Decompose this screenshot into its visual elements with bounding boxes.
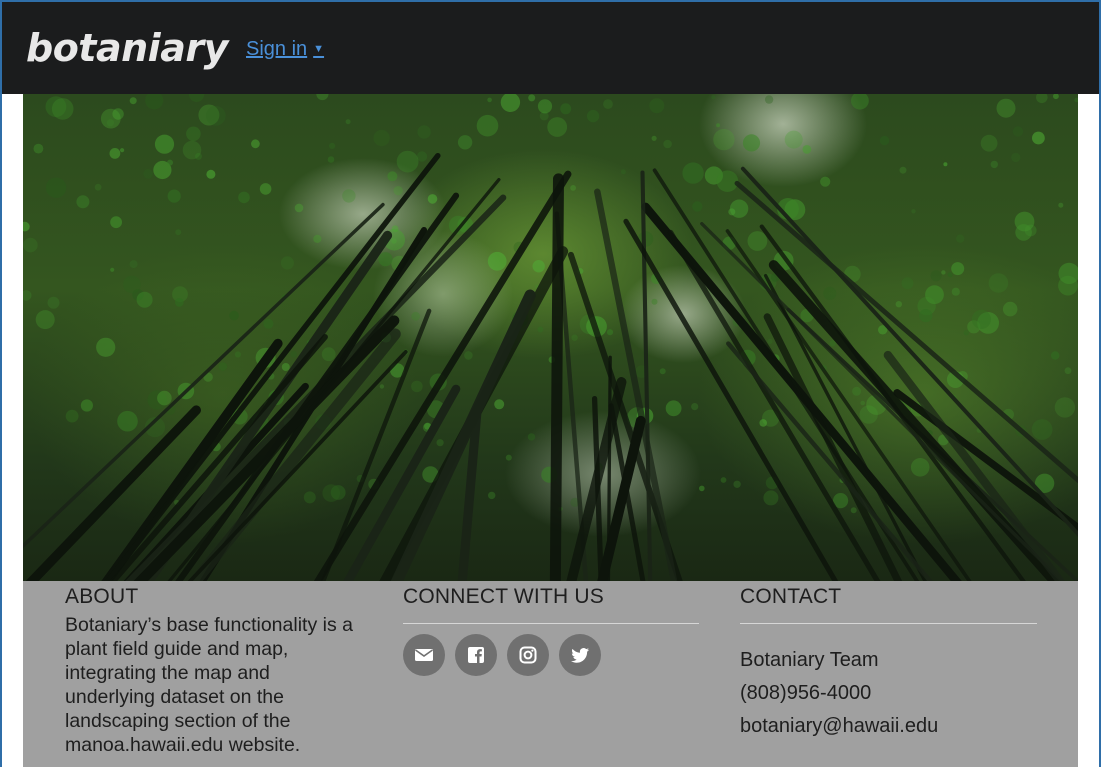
envelope-icon xyxy=(415,649,433,661)
facebook-icon xyxy=(468,647,484,663)
about-heading: ABOUT xyxy=(65,585,139,608)
instagram-button[interactable] xyxy=(507,634,549,676)
divider xyxy=(740,623,1037,624)
signin-dropdown[interactable]: Sign in ▼ xyxy=(246,38,324,61)
bamboo-forest-photo xyxy=(23,94,1078,581)
contact-column: CONTACT Botaniary Team (808)956-4000 bot… xyxy=(740,585,1037,743)
hero-image xyxy=(23,94,1078,581)
signin-label: Sign in xyxy=(246,38,308,60)
top-navbar: botaniary Sign in ▼ xyxy=(2,2,1099,94)
about-text: Botaniary’s base functionality is a plan… xyxy=(65,614,353,756)
brand-logo[interactable]: botaniary xyxy=(26,26,228,70)
email-button[interactable] xyxy=(403,634,445,676)
connect-column: CONNECT WITH US xyxy=(403,585,699,676)
contact-team: Botaniary Team xyxy=(740,649,879,671)
footer: ABOUT Botaniary’s base functionality is … xyxy=(23,581,1078,767)
instagram-icon xyxy=(519,646,537,664)
social-icons xyxy=(403,634,699,676)
twitter-button[interactable] xyxy=(559,634,601,676)
facebook-button[interactable] xyxy=(455,634,497,676)
contact-email[interactable]: botaniary@hawaii.edu xyxy=(740,710,1037,743)
contact-phone: (808)956-4000 xyxy=(740,682,872,704)
about-column: ABOUT Botaniary’s base functionality is … xyxy=(65,585,365,757)
contact-heading: CONTACT xyxy=(740,585,842,608)
contact-details: Botaniary Team (808)956-4000 botaniary@h… xyxy=(740,644,1037,743)
connect-heading: CONNECT WITH US xyxy=(403,585,604,608)
twitter-icon xyxy=(571,648,589,663)
caret-down-icon: ▼ xyxy=(313,43,325,55)
divider xyxy=(403,623,699,624)
